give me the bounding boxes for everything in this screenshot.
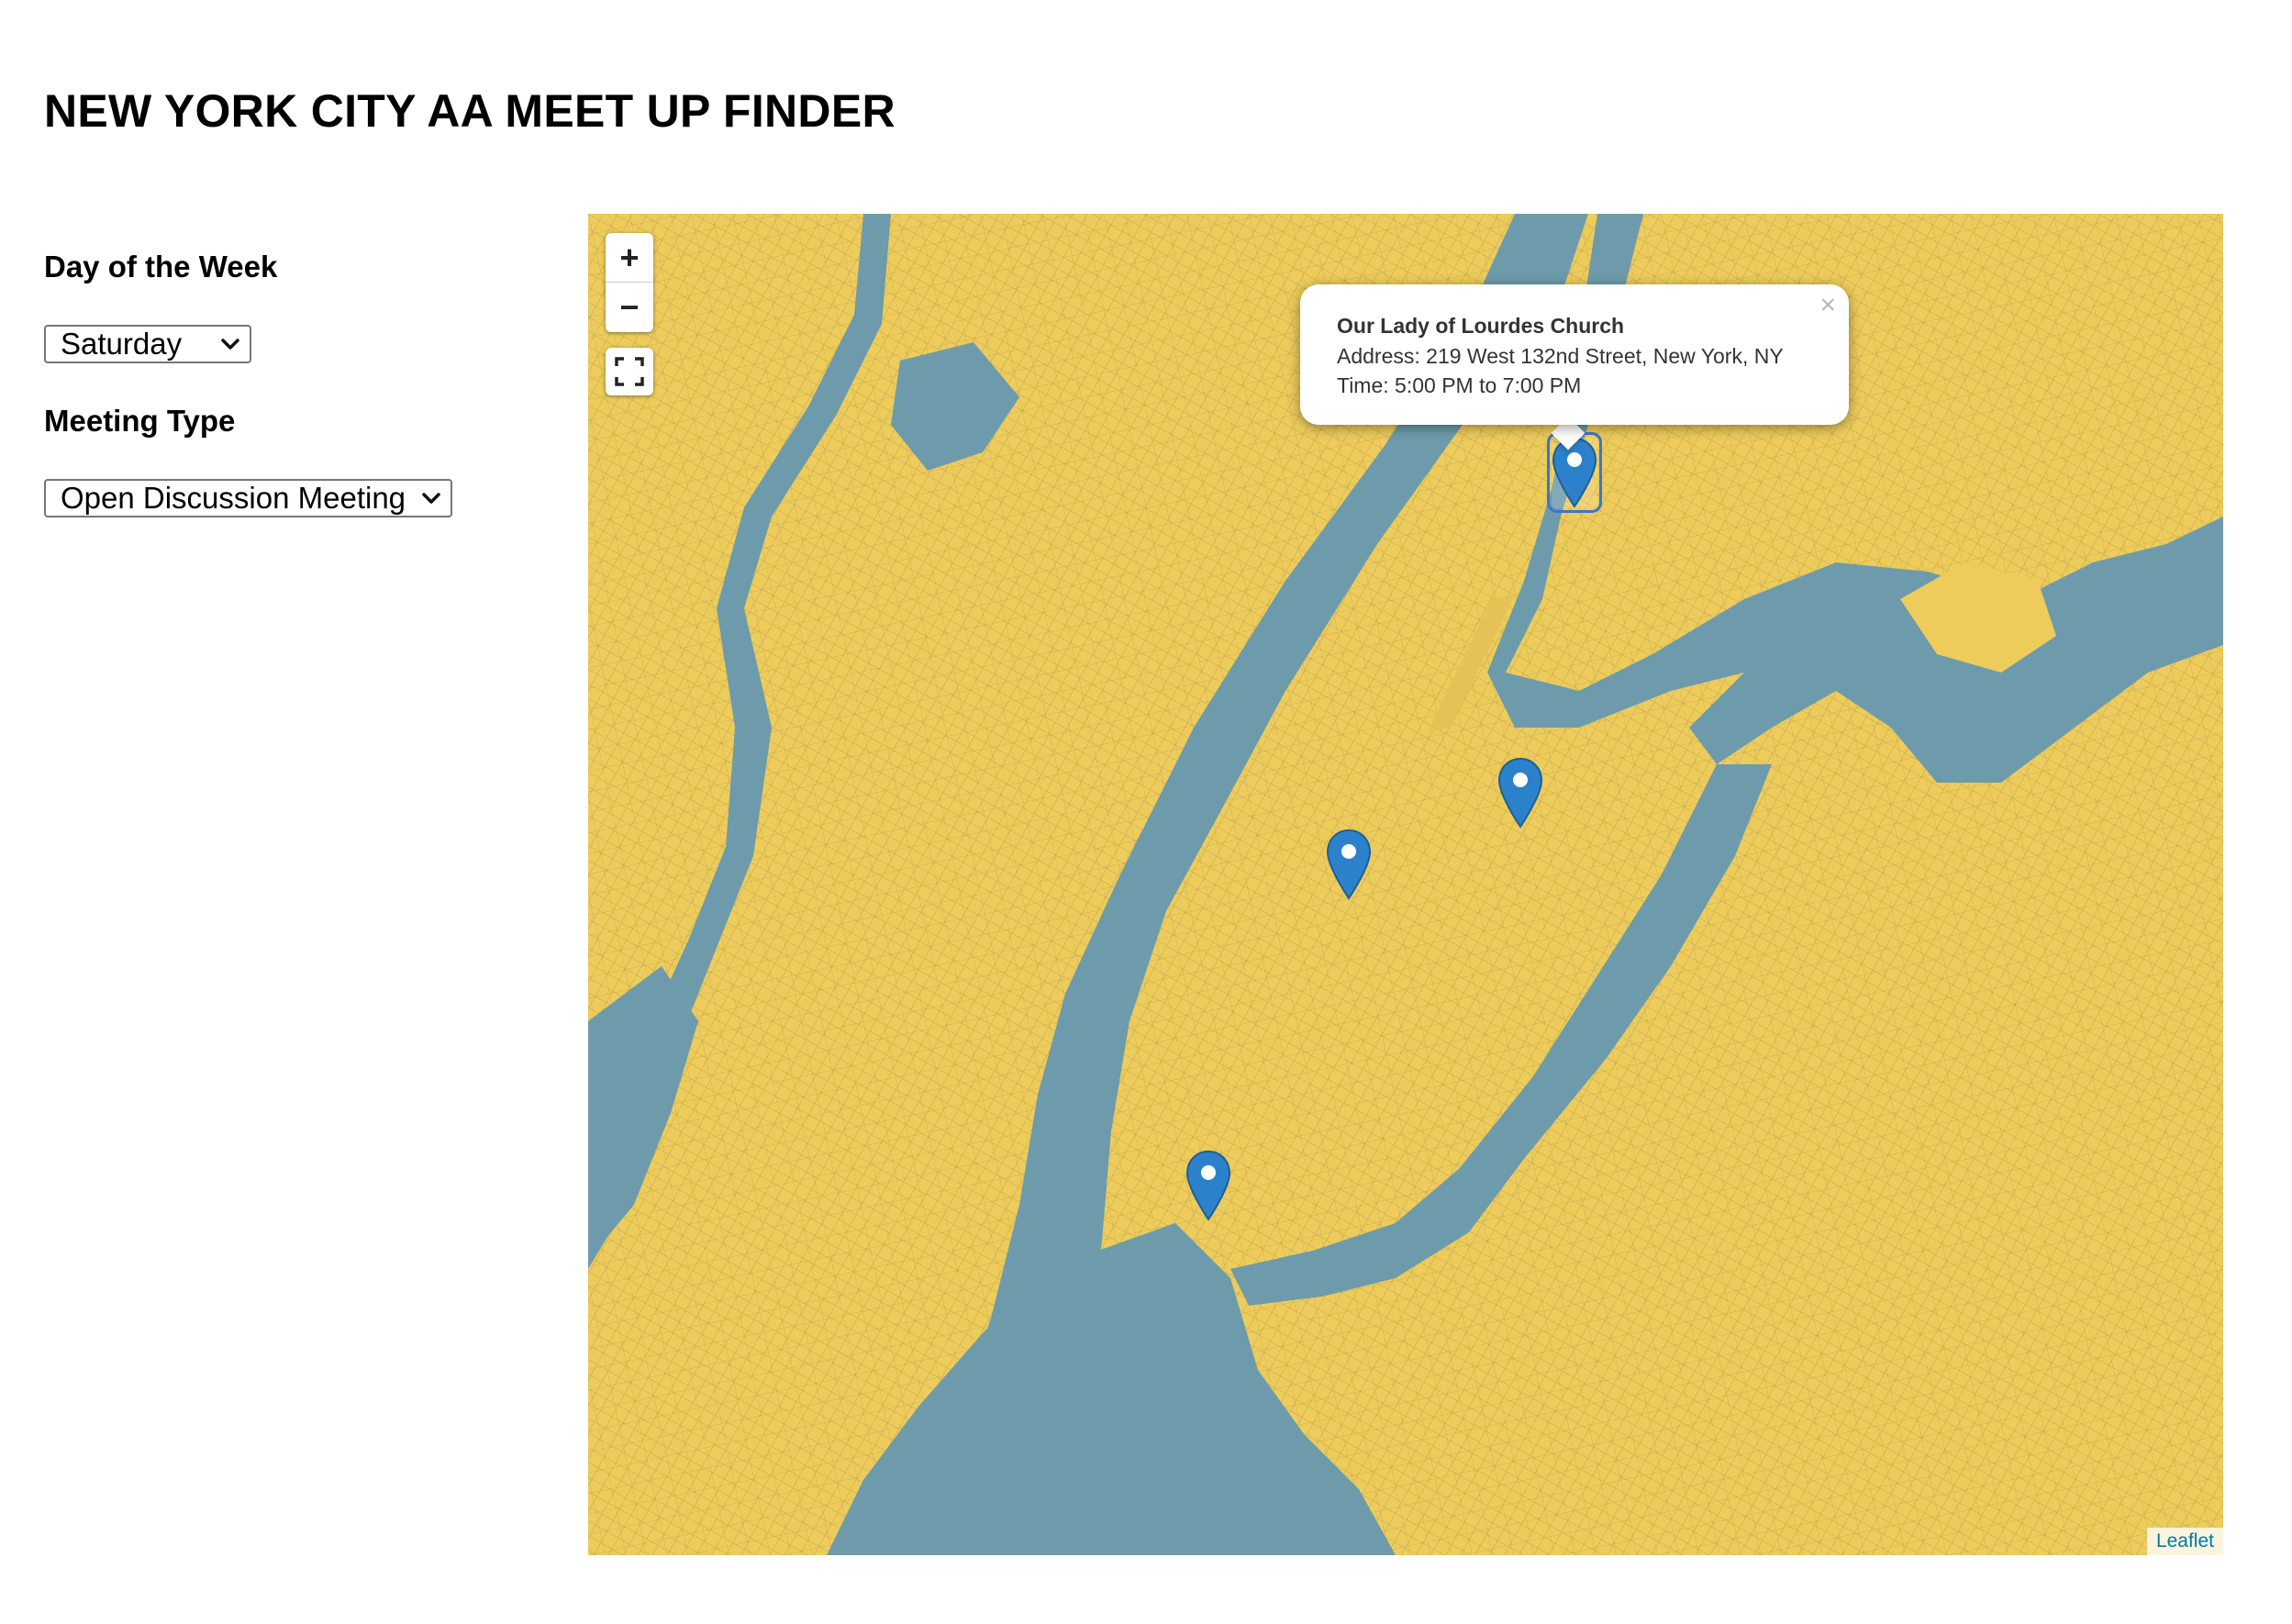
map-marker[interactable] [1326, 829, 1372, 900]
marker-popup: × Our Lady of Lourdes Church Address: 21… [1300, 284, 1849, 425]
zoom-out-button[interactable]: − [606, 282, 653, 331]
popup-address: Address: 219 West 132nd Street, New York… [1337, 344, 1784, 368]
popup-time: Time: 5:00 PM to 7:00 PM [1337, 373, 1582, 397]
page-title: NEW YORK CITY AA MEET UP FINDER [44, 85, 896, 137]
day-of-week-select[interactable]: Saturday [44, 325, 251, 363]
map-container[interactable]: + − × Our Lady of Lourdes Church Address… [588, 214, 2223, 1555]
chevron-down-icon [422, 493, 440, 504]
chevron-down-icon [221, 339, 239, 350]
meeting-type-select[interactable]: Open Discussion Meeting [44, 479, 452, 517]
map-pin-icon [1552, 437, 1597, 508]
day-of-week-label: Day of the Week [44, 250, 278, 284]
day-of-week-value: Saturday [61, 327, 183, 361]
meeting-type-label: Meeting Type [44, 404, 236, 438]
fullscreen-icon [615, 357, 644, 386]
meeting-type-value: Open Discussion Meeting [61, 481, 406, 515]
popup-location-name: Our Lady of Lourdes Church [1337, 314, 1625, 338]
popup-close-button[interactable]: × [1819, 292, 1836, 319]
zoom-in-button[interactable]: + [606, 233, 653, 282]
zoom-control: + − [606, 233, 653, 332]
map-marker-selected[interactable] [1547, 432, 1602, 513]
fullscreen-button[interactable] [606, 348, 653, 395]
map-marker[interactable] [1185, 1150, 1231, 1221]
map-pin-icon [1497, 757, 1543, 829]
map-attribution-link[interactable]: Leaflet [2146, 1528, 2223, 1555]
map-pin-icon [1326, 829, 1372, 900]
map-pin-icon [1185, 1150, 1231, 1221]
map-marker[interactable] [1497, 757, 1543, 829]
